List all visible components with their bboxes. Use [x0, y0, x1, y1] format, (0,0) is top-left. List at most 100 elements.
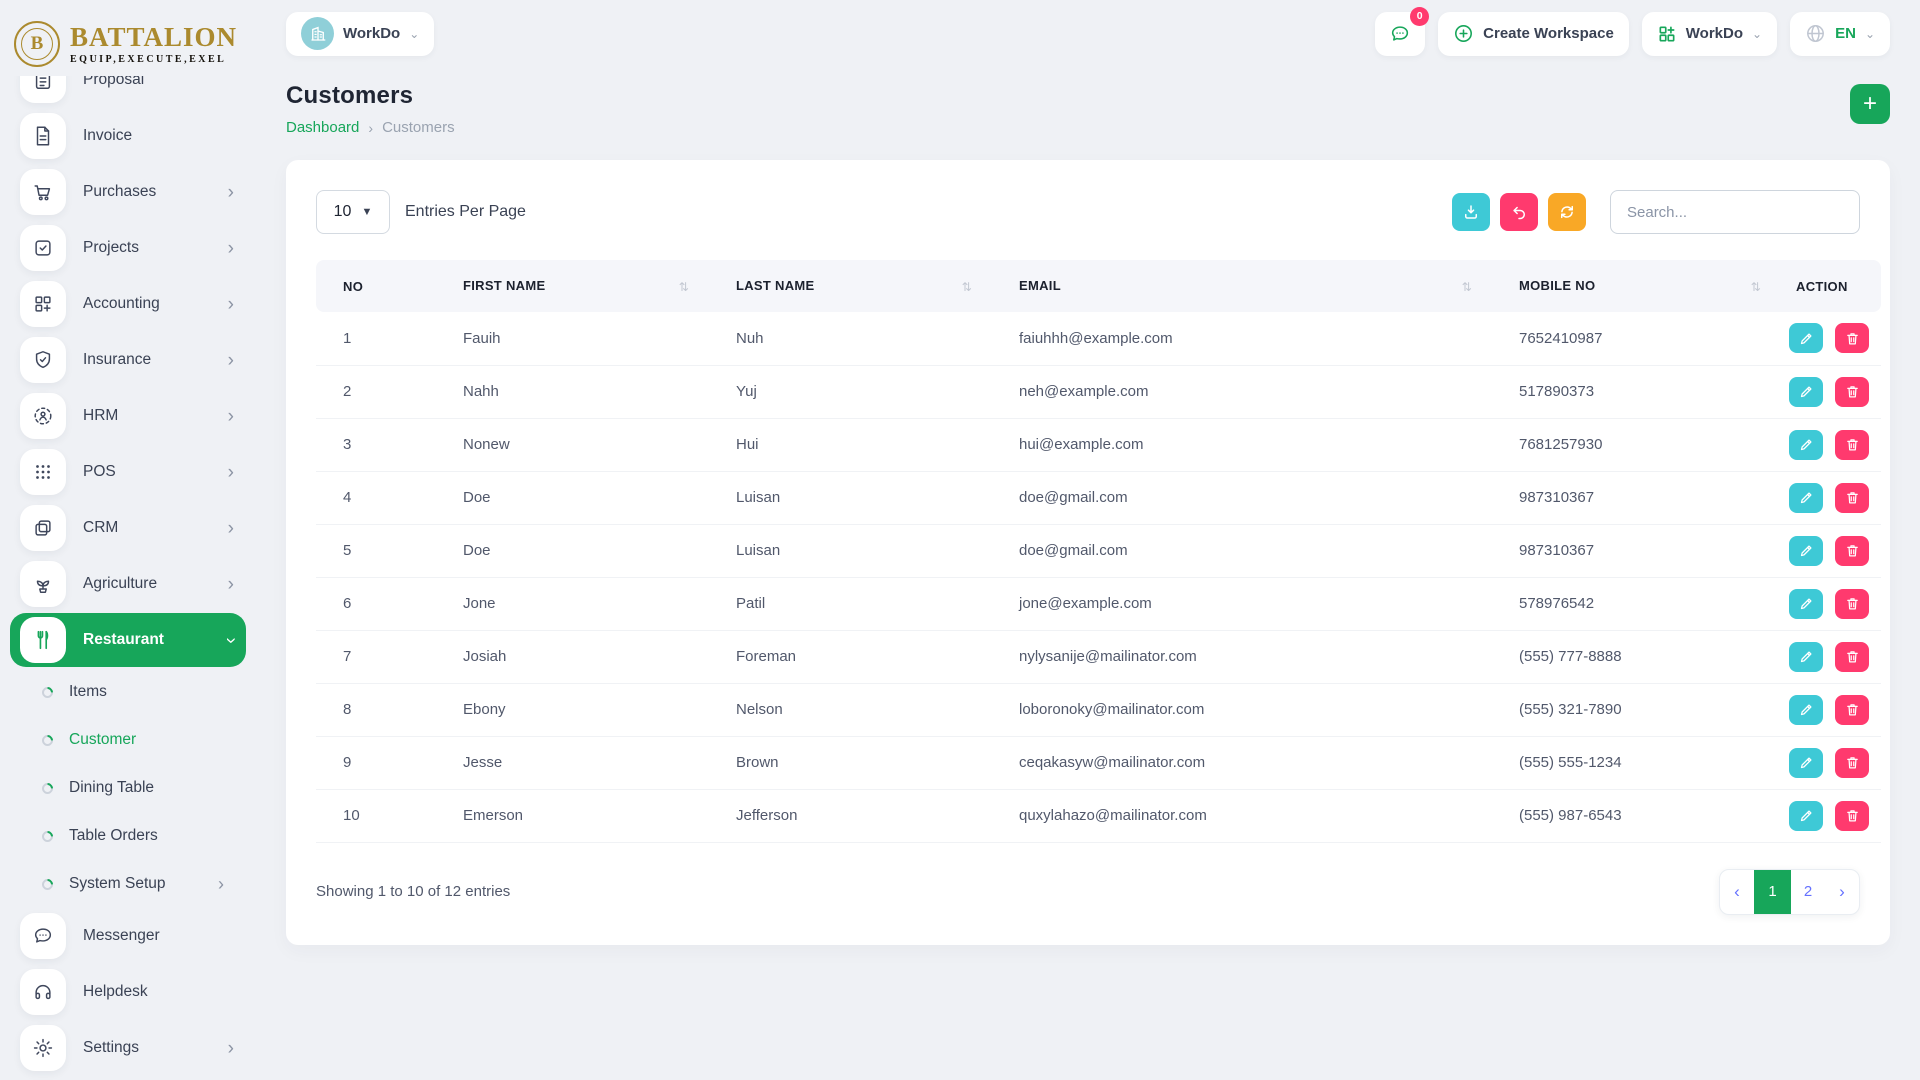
edit-button[interactable] [1789, 483, 1823, 513]
brand-logo[interactable]: B BATTALION EQUIP,EXECUTE,EXEL [0, 0, 256, 76]
sidebar-subitem-system-setup[interactable]: System Setup › [10, 860, 246, 908]
cell-mobile-no: 517890373 [1492, 365, 1781, 418]
sidebar-item-insurance[interactable]: Insurance › [10, 332, 246, 388]
sidebar-subitem-items[interactable]: Items [10, 668, 246, 716]
add-customer-button[interactable]: + [1850, 84, 1890, 124]
sidebar-item-crm[interactable]: CRM › [10, 500, 246, 556]
next-page-button[interactable]: › [1825, 870, 1859, 914]
delete-button[interactable] [1835, 430, 1869, 460]
brand-name: BATTALION [70, 24, 237, 51]
workdo-menu-button[interactable]: WorkDo ⌄ [1642, 12, 1777, 56]
sidebar-item-invoice[interactable]: Invoice [10, 108, 246, 164]
pencil-icon [1799, 384, 1814, 399]
sidebar-item-messenger[interactable]: Messenger [10, 908, 246, 964]
language-selector[interactable]: EN ⌄ [1790, 12, 1890, 56]
sidebar-item-label: POS [83, 463, 116, 481]
sidebar-item-projects[interactable]: Projects › [10, 220, 246, 276]
page-button-1[interactable]: 1 [1754, 870, 1791, 914]
table-header-row: NO FIRST NAME⇅ LAST NAME⇅ EMAIL⇅ MOBILE … [316, 260, 1881, 312]
page-header: Customers Dashboard › Customers + [286, 82, 1890, 136]
trash-icon [1845, 596, 1860, 611]
edit-button[interactable] [1789, 430, 1823, 460]
trash-icon [1845, 808, 1860, 823]
create-workspace-button[interactable]: Create Workspace [1438, 12, 1629, 56]
bullet-icon [40, 732, 56, 748]
sidebar: B BATTALION EQUIP,EXECUTE,EXEL Proposal … [0, 0, 256, 1080]
delete-button[interactable] [1835, 323, 1869, 353]
sort-icon[interactable]: ⇅ [1462, 280, 1472, 294]
delete-button[interactable] [1835, 536, 1869, 566]
header-mobile-no[interactable]: MOBILE NO⇅ [1492, 260, 1781, 312]
edit-button[interactable] [1789, 589, 1823, 619]
sidebar-item-helpdesk[interactable]: Helpdesk [10, 964, 246, 1020]
breadcrumb: Dashboard › Customers [286, 119, 1890, 136]
delete-button[interactable] [1835, 642, 1869, 672]
edit-button[interactable] [1789, 642, 1823, 672]
edit-button[interactable] [1789, 377, 1823, 407]
bullet-icon [40, 780, 56, 796]
page-button-2[interactable]: 2 [1791, 870, 1825, 914]
table-row: 7 Josiah Foreman nylysanije@mailinator.c… [316, 630, 1881, 683]
trash-icon [1845, 437, 1860, 452]
refresh-button[interactable] [1548, 193, 1586, 231]
sidebar-item-accounting[interactable]: Accounting › [10, 276, 246, 332]
cell-action [1781, 471, 1881, 524]
header-last-name[interactable]: LAST NAME⇅ [709, 260, 992, 312]
sidebar-subitem-dining-table[interactable]: Dining Table [10, 764, 246, 812]
delete-button[interactable] [1835, 483, 1869, 513]
delete-button[interactable] [1835, 589, 1869, 619]
dots-grid-icon [20, 449, 66, 495]
cell-first-name: Doe [436, 524, 709, 577]
workspace-avatar [301, 17, 334, 50]
sidebar-subitem-customer[interactable]: Customer [10, 716, 246, 764]
sidebar-item-restaurant[interactable]: Restaurant › [10, 613, 246, 667]
sidebar-item-pos[interactable]: POS › [10, 444, 246, 500]
cell-no: 2 [316, 365, 436, 418]
pencil-icon [1799, 649, 1814, 664]
reset-button[interactable] [1500, 193, 1538, 231]
breadcrumb-dashboard-link[interactable]: Dashboard [286, 119, 359, 136]
edit-button[interactable] [1789, 748, 1823, 778]
delete-button[interactable] [1835, 377, 1869, 407]
pencil-icon [1799, 702, 1814, 717]
cell-last-name: Luisan [709, 524, 992, 577]
header-first-name[interactable]: FIRST NAME⇅ [436, 260, 709, 312]
cell-action [1781, 630, 1881, 683]
chevron-right-icon: › [368, 120, 373, 136]
sidebar-item-hrm[interactable]: HRM › [10, 388, 246, 444]
sidebar-subitem-label: Items [69, 683, 107, 701]
cell-first-name: Nahh [436, 365, 709, 418]
trash-icon [1845, 331, 1860, 346]
sort-icon[interactable]: ⇅ [962, 280, 972, 294]
download-icon [1462, 203, 1480, 221]
edit-button[interactable] [1789, 536, 1823, 566]
sidebar-item-purchases[interactable]: Purchases › [10, 164, 246, 220]
search-input[interactable] [1610, 190, 1860, 234]
export-button[interactable] [1452, 193, 1490, 231]
sort-icon[interactable]: ⇅ [1751, 280, 1761, 294]
sidebar-item-settings[interactable]: Settings › [10, 1020, 246, 1076]
sort-icon[interactable]: ⇅ [679, 280, 689, 294]
header-email[interactable]: EMAIL⇅ [992, 260, 1492, 312]
sidebar-subitem-table-orders[interactable]: Table Orders [10, 812, 246, 860]
delete-button[interactable] [1835, 748, 1869, 778]
plus-icon: + [1863, 92, 1877, 116]
delete-button[interactable] [1835, 695, 1869, 725]
edit-button[interactable] [1789, 323, 1823, 353]
cell-mobile-no: (555) 987-6543 [1492, 789, 1781, 842]
shield-check-icon [20, 337, 66, 383]
entries-per-page-select[interactable]: 10 ▼ [316, 190, 390, 234]
edit-button[interactable] [1789, 801, 1823, 831]
sidebar-item-agriculture[interactable]: Agriculture › [10, 556, 246, 612]
workspace-switcher[interactable]: WorkDo ⌄ [286, 12, 434, 56]
cell-email: hui@example.com [992, 418, 1492, 471]
sidebar-subitem-label: System Setup [69, 875, 166, 893]
delete-button[interactable] [1835, 801, 1869, 831]
cell-last-name: Nuh [709, 312, 992, 365]
chevron-down-icon: ⌄ [1865, 27, 1875, 41]
messages-button[interactable]: 0 [1375, 12, 1425, 56]
bullet-icon [40, 876, 56, 892]
edit-button[interactable] [1789, 695, 1823, 725]
trash-icon [1845, 755, 1860, 770]
previous-page-button[interactable]: ‹ [1720, 870, 1754, 914]
